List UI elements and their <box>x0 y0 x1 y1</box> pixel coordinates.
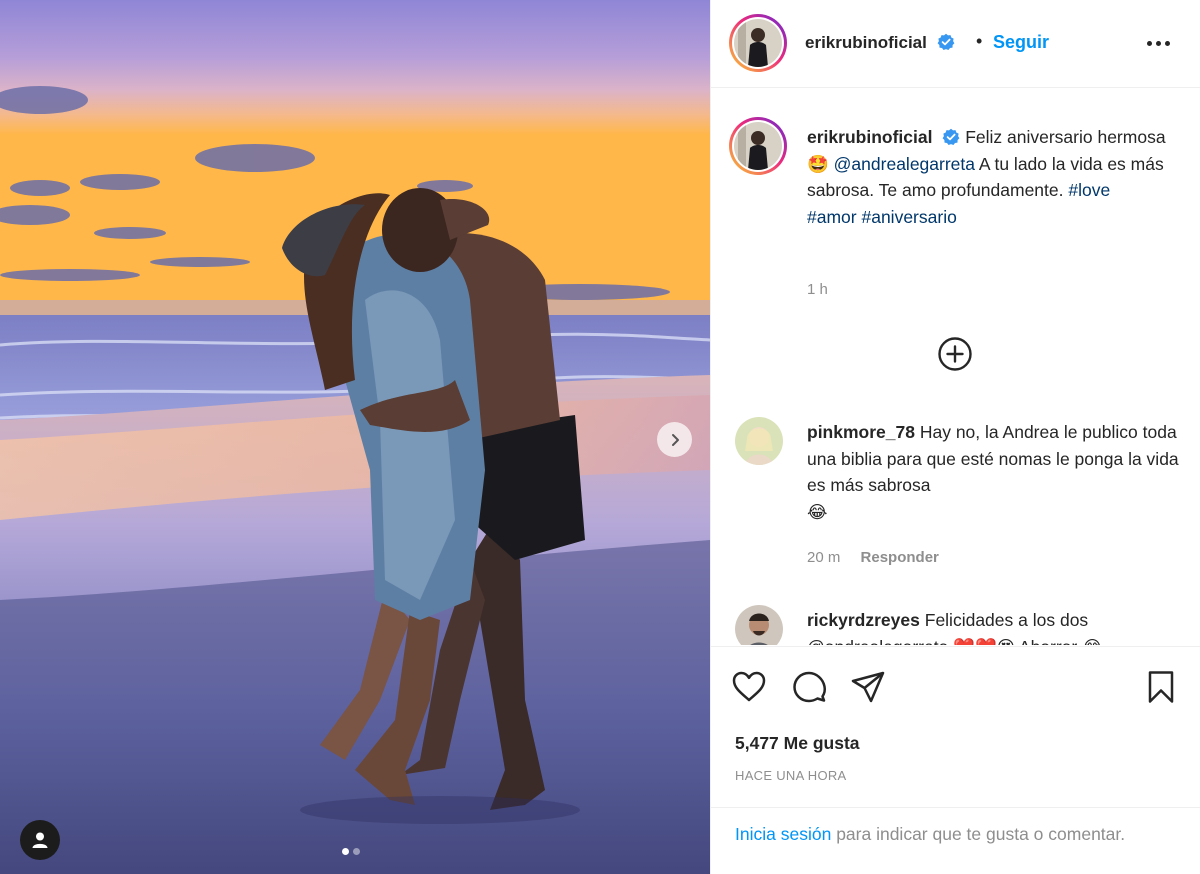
header-separator: • <box>976 31 983 51</box>
comment-username[interactable]: rickyrdzreyes <box>807 610 920 630</box>
more-options-button[interactable] <box>1147 34 1177 52</box>
hashtag-link[interactable]: #aniversario <box>861 207 956 227</box>
hashtag-link[interactable]: #love <box>1068 180 1110 200</box>
login-prompt-text: para indicar que te gusta o comentar. <box>836 824 1126 844</box>
caption-time[interactable]: 1 h <box>807 281 828 298</box>
username-text: erikrubinoficial <box>805 33 927 52</box>
comment-body: pinkmore_78 Hay no, la Andrea le publico… <box>807 419 1187 525</box>
post-details-panel: erikrubinoficial • Seguir erikrubinofici… <box>710 0 1200 874</box>
verified-badge-icon <box>942 128 960 145</box>
post-timestamp[interactable]: HACE UNA HORA <box>735 768 847 783</box>
comment-meta: 20 m Responder <box>807 549 939 566</box>
comment-text-continued: @andrealegarreta ❤️❤️😍 Ahorrar 😂 <box>807 637 1103 646</box>
carousel-dot-active <box>342 848 349 855</box>
commenter-avatar[interactable] <box>735 605 783 645</box>
login-prompt: Inicia sesión para indicar que te gusta … <box>711 807 1200 848</box>
avatar-image <box>735 417 783 465</box>
hashtag-link[interactable]: #amor <box>807 207 857 227</box>
profile-avatar[interactable] <box>729 14 787 72</box>
avatar-image <box>735 605 783 645</box>
more-dot-icon <box>1147 40 1152 46</box>
next-slide-button[interactable] <box>657 422 692 457</box>
caption-avatar[interactable] <box>729 117 787 175</box>
reply-button[interactable]: Responder <box>861 549 939 566</box>
beach-sunset-photo <box>0 0 710 874</box>
comment-body: rickyrdzreyes Felicidades a los dos @and… <box>807 607 1187 645</box>
carousel-dot <box>353 848 360 855</box>
post-modal: erikrubinoficial • Seguir erikrubinofici… <box>0 0 1200 874</box>
comment-username[interactable]: pinkmore_78 <box>807 422 915 442</box>
load-more-comments-icon[interactable] <box>937 336 973 372</box>
avatar-image <box>734 19 782 67</box>
post-header: erikrubinoficial • Seguir <box>711 0 1200 88</box>
post-actions: 5,477 Me gusta HACE UNA HORA Inicia sesi… <box>711 646 1200 874</box>
login-link[interactable]: Inicia sesión <box>735 824 831 844</box>
username-link[interactable]: erikrubinoficial <box>805 33 955 53</box>
caption-text-1: Feliz aniversario hermosa <box>965 127 1166 147</box>
comment-time[interactable]: 20 m <box>807 549 840 566</box>
post-caption: erikrubinoficial Feliz aniversario hermo… <box>807 124 1187 230</box>
user-icon <box>32 832 48 848</box>
comment-text: Felicidades a los dos <box>924 610 1089 630</box>
avatar-image <box>734 122 782 170</box>
laughing-emoji: 😂 <box>807 501 828 522</box>
star-struck-emoji: 🤩 <box>807 153 829 174</box>
tagged-users-button[interactable] <box>20 820 60 860</box>
bookmark-icon[interactable] <box>1143 669 1179 705</box>
share-icon[interactable] <box>850 669 886 705</box>
post-photo[interactable] <box>0 0 710 874</box>
comment-icon[interactable] <box>791 669 827 705</box>
carousel-indicator <box>342 848 360 855</box>
mention-link[interactable]: @andrealegarreta <box>834 154 975 174</box>
verified-badge-icon <box>937 33 955 50</box>
chevron-right-icon <box>671 433 679 446</box>
follow-button[interactable]: Seguir <box>993 32 1049 53</box>
more-dot-icon <box>1156 40 1161 46</box>
comments-section[interactable]: erikrubinoficial Feliz aniversario hermo… <box>711 89 1200 645</box>
heart-icon[interactable] <box>731 669 767 705</box>
more-dot-icon <box>1165 40 1170 46</box>
commenter-avatar[interactable] <box>735 417 783 465</box>
likes-count[interactable]: 5,477 Me gusta <box>735 733 860 754</box>
caption-username[interactable]: erikrubinoficial <box>807 127 932 147</box>
